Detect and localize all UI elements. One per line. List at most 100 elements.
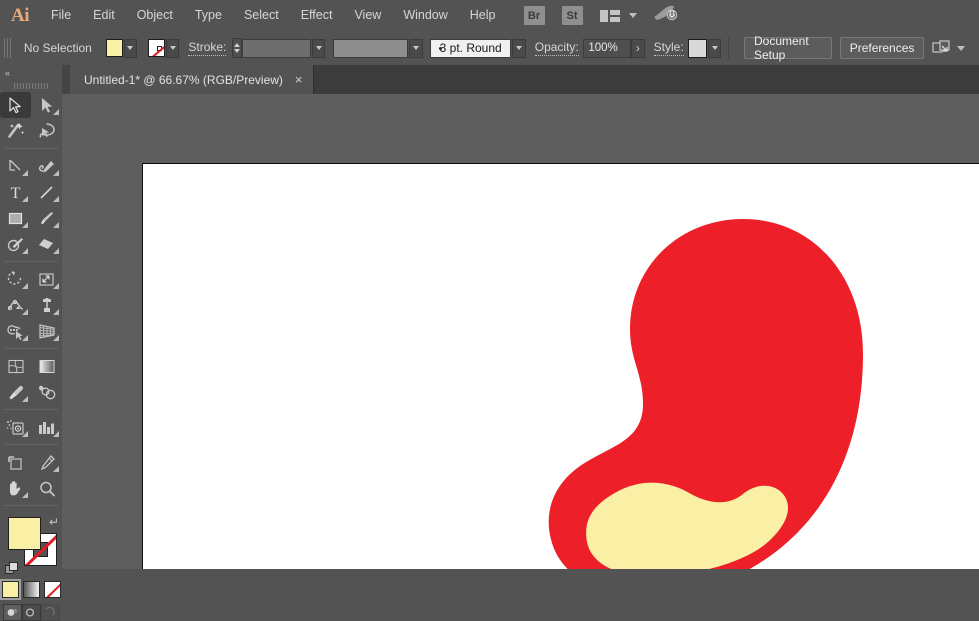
menu-object[interactable]: Object [126,0,184,31]
swap-fill-stroke-icon[interactable]: ↵ [49,515,59,529]
brush-definition-dropdown[interactable] [512,38,526,58]
tools-divider [4,409,58,410]
opacity-label[interactable]: Opacity: [534,40,579,56]
draw-normal-button[interactable] [2,604,22,621]
tool-mesh[interactable] [0,353,31,379]
tool-eyedropper[interactable] [0,379,31,405]
tool-magic-wand[interactable] [0,118,31,144]
stroke-color-swatch[interactable] [147,39,165,57]
menu-view[interactable]: View [343,0,392,31]
tool-free-transform[interactable] [31,292,62,318]
tools-divider [4,148,58,149]
menu-window[interactable]: Window [392,0,458,31]
tool-line-segment[interactable] [31,179,62,205]
illustrator-window: Ai File Edit Object Type Select Effect V… [0,0,979,621]
gradient-mode-button[interactable] [22,581,40,598]
tool-curvature[interactable] [31,153,62,179]
control-bar: No Selection Stroke: 3 pt. Round Opacity… [0,31,979,66]
stroke-weight-label[interactable]: Stroke: [188,40,227,56]
tool-artboard[interactable] [0,449,31,475]
tool-width[interactable] [0,292,31,318]
arrange-chevron-down-icon[interactable] [956,45,965,51]
tool-gradient[interactable] [31,353,62,379]
arrange-documents-icon[interactable] [932,40,952,56]
tool-symbol-sprayer[interactable] [0,414,31,440]
tool-zoom[interactable] [31,475,62,501]
canvas-area[interactable] [62,94,979,569]
menu-file[interactable]: File [40,0,82,31]
tool-selection[interactable] [0,92,31,118]
tools-panel: « T ↵ [0,65,62,621]
document-tab-bar: Untitled-1* @ 66.67% (RGB/Preview) × [70,65,979,94]
stroke-weight-input[interactable] [241,38,312,58]
tool-slice[interactable] [31,449,62,475]
preferences-button[interactable]: Preferences [839,37,925,59]
tool-column-graph[interactable] [31,414,62,440]
menu-type[interactable]: Type [184,0,233,31]
tool-hand[interactable] [0,475,31,501]
control-bar-divider [728,37,729,59]
tool-shaper[interactable] [0,231,31,257]
stroke-weight-stepper[interactable] [232,38,242,58]
tools-divider [4,444,58,445]
menu-effect[interactable]: Effect [290,0,344,31]
draw-behind-button[interactable] [21,604,41,621]
tools-panel-grabber[interactable] [0,80,62,92]
draw-modes [0,604,62,621]
tool-shape-builder[interactable] [0,318,31,344]
tool-rotate[interactable] [0,266,31,292]
none-mode-button[interactable] [43,581,61,598]
bridge-button[interactable]: Br [523,6,545,25]
menubar-tools: Br St [523,4,679,27]
artboard[interactable] [142,163,979,569]
graphic-style-dropdown[interactable] [707,38,722,58]
document-tab[interactable]: Untitled-1* @ 66.67% (RGB/Preview) × [70,65,314,94]
menu-help[interactable]: Help [459,0,507,31]
brush-definition-field[interactable]: 3 pt. Round [430,38,512,58]
stroke-profile-dropdown[interactable] [409,38,423,58]
tool-pen[interactable] [0,153,31,179]
stroke-color-dropdown[interactable] [165,38,180,58]
document-setup-button[interactable]: Document Setup [743,34,832,62]
artwork-bean-shape[interactable] [143,164,979,569]
tools-grid: T [0,92,62,510]
workspace-chevron-down-icon[interactable] [628,13,637,18]
rocket-icon[interactable] [653,4,679,27]
tool-rectangle[interactable] [0,205,31,231]
collapse-panel-icon[interactable]: « [5,68,10,78]
svg-text:T: T [11,185,21,201]
tool-eraser[interactable] [31,231,62,257]
graphic-style-swatch[interactable] [688,38,707,58]
workspace-switcher-icon[interactable] [599,9,620,23]
tool-blend[interactable] [31,379,62,405]
tool-lasso[interactable] [31,118,62,144]
color-mode-button[interactable] [0,579,21,600]
stroke-profile-input[interactable] [332,38,409,58]
fill-proxy-swatch[interactable] [8,517,41,550]
fill-color-swatch[interactable] [105,39,123,57]
selection-status: No Selection [23,41,92,55]
style-label[interactable]: Style: [653,40,684,56]
menu-bar: Ai File Edit Object Type Select Effect V… [0,0,979,31]
fill-stroke-proxy: ↵ [0,515,62,577]
tool-direct-selection[interactable] [31,92,62,118]
tools-divider [4,348,58,349]
tool-paintbrush[interactable] [31,205,62,231]
tools-panel-header: « [0,65,62,80]
tool-type[interactable]: T [0,179,31,205]
brush-preview-dot-icon [439,46,443,50]
control-bar-grabber[interactable] [4,38,11,58]
stroke-weight-dropdown[interactable] [312,38,326,58]
stock-button[interactable]: St [561,6,583,25]
document-tab-title: Untitled-1* @ 66.67% (RGB/Preview) [84,72,283,87]
brush-definition-label: 3 pt. Round [439,41,502,55]
opacity-input[interactable]: 100% [583,38,632,58]
close-icon[interactable]: × [295,73,303,86]
fill-color-dropdown[interactable] [123,38,138,58]
menu-select[interactable]: Select [233,0,290,31]
tool-scale[interactable] [31,266,62,292]
draw-inside-button[interactable] [40,604,60,621]
menu-edit[interactable]: Edit [82,0,126,31]
opacity-dropdown[interactable]: › [631,38,645,58]
tool-perspective-grid[interactable] [31,318,62,344]
